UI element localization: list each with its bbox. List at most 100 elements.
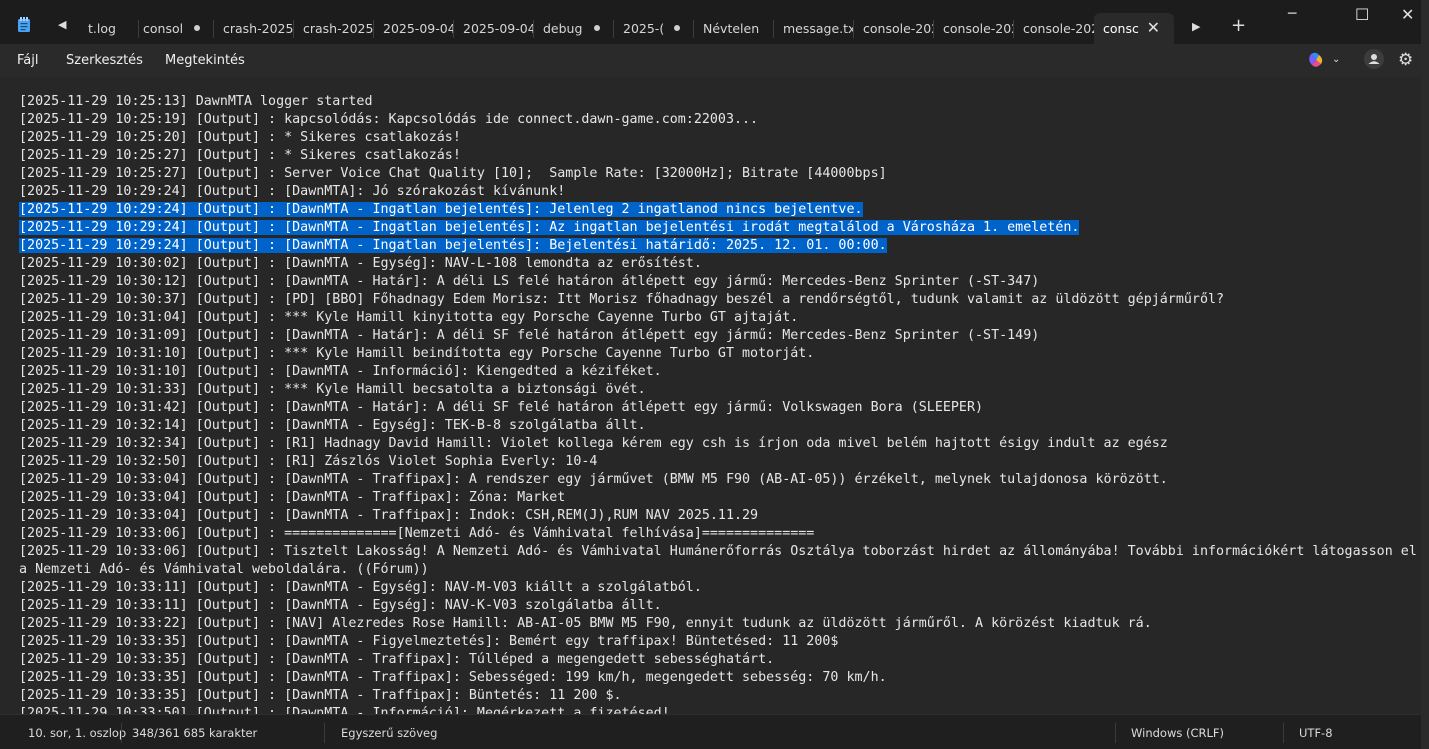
tab-label: 2025-09-04- <box>463 21 534 36</box>
text-line[interactable]: [2025-11-29 10:33:04] [Output] : [DawnMT… <box>19 471 1411 489</box>
tab-label: debug <box>543 21 583 36</box>
tab-scroll-left-icon[interactable]: ◀ <box>58 18 66 31</box>
text-line[interactable]: [2025-11-29 10:29:24] [Output] : [DawnMT… <box>19 219 1411 237</box>
text-line[interactable]: [2025-11-29 10:25:27] [Output] : Server … <box>19 165 1411 183</box>
text-line-content: [2025-11-29 10:31:09] [Output] : [DawnMT… <box>19 328 1040 343</box>
text-line-content: [2025-11-29 10:25:19] [Output] : kapcsol… <box>19 112 759 127</box>
text-line[interactable]: [2025-11-29 10:33:35] [Output] : [DawnMT… <box>19 651 1411 669</box>
tab-label: consc <box>1103 21 1139 36</box>
tab[interactable]: crash-2025-( <box>214 13 294 44</box>
text-line[interactable]: [2025-11-29 10:25:20] [Output] : * Siker… <box>19 129 1411 147</box>
tab-label: 2025-( <box>623 21 665 36</box>
tab[interactable]: Névtelen <box>694 13 774 44</box>
tab-active[interactable]: consc ✕ <box>1094 13 1174 44</box>
notepad-window: ◀ t.log consol crash-2025-( crash-2025-(… <box>0 0 1421 749</box>
text-line-content: [2025-11-29 10:32:50] [Output] : [R1] Zá… <box>19 454 598 469</box>
encoding[interactable]: UTF-8 <box>1299 726 1333 740</box>
text-line[interactable]: [2025-11-29 10:33:04] [Output] : [DawnMT… <box>19 489 1411 507</box>
text-line[interactable]: [2025-11-29 10:31:42] [Output] : [DawnMT… <box>19 399 1411 417</box>
text-line-content: [2025-11-29 10:29:24] [Output] : [DawnMT… <box>19 184 566 199</box>
close-tab-icon[interactable]: ✕ <box>1147 18 1160 37</box>
tab[interactable]: consol <box>134 13 214 44</box>
text-line[interactable]: [2025-11-29 10:31:10] [Output] : [DawnMT… <box>19 363 1411 381</box>
text-line[interactable]: [2025-11-29 10:33:11] [Output] : [DawnMT… <box>19 597 1411 615</box>
text-line-content: [2025-11-29 10:29:24] [Output] : [DawnMT… <box>19 220 1080 235</box>
text-line[interactable]: [2025-11-29 10:25:13] DawnMTA logger sta… <box>19 93 1411 111</box>
text-line[interactable]: [2025-11-29 10:33:35] [Output] : [DawnMT… <box>19 669 1411 687</box>
text-line[interactable]: [2025-11-29 10:30:12] [Output] : [DawnMT… <box>19 273 1411 291</box>
text-line[interactable]: [2025-11-29 10:29:24] [Output] : [DawnMT… <box>19 201 1411 219</box>
tab-label: message.txt <box>783 21 854 36</box>
text-line-content: [2025-11-29 10:32:34] [Output] : [R1] Ha… <box>19 436 1168 451</box>
text-line-content: [2025-11-29 10:33:04] [Output] : [DawnMT… <box>19 472 1168 487</box>
tab[interactable]: 2025-09-04- <box>374 13 454 44</box>
tab-scroll-right-icon[interactable]: ▶ <box>1192 20 1200 33</box>
line-ending[interactable]: Windows (CRLF) <box>1131 726 1224 740</box>
tab[interactable]: console-202 <box>854 13 934 44</box>
menu-file[interactable]: Fájl <box>17 53 38 68</box>
copilot-icon[interactable] <box>1307 51 1325 69</box>
text-line[interactable]: [2025-11-29 10:32:50] [Output] : [R1] Zá… <box>19 453 1411 471</box>
text-line-content: [2025-11-29 10:31:04] [Output] : *** Kyl… <box>19 310 799 325</box>
text-line[interactable]: [2025-11-29 10:32:34] [Output] : [R1] Ha… <box>19 435 1411 453</box>
text-line[interactable]: [2025-11-29 10:25:27] [Output] : * Siker… <box>19 147 1411 165</box>
text-line-content: [2025-11-29 10:25:27] [Output] : * Siker… <box>19 148 461 163</box>
text-editor[interactable]: [2025-11-29 10:25:13] DawnMTA logger sta… <box>0 77 1421 714</box>
text-line[interactable]: [2025-11-29 10:31:33] [Output] : *** Kyl… <box>19 381 1411 399</box>
tab-label: Névtelen <box>703 21 760 36</box>
unsaved-dot-icon <box>194 25 200 31</box>
text-line-content: [2025-11-29 10:32:14] [Output] : [DawnMT… <box>19 418 646 433</box>
text-line-content: [2025-11-29 10:31:10] [Output] : [DawnMT… <box>19 364 662 379</box>
text-line[interactable]: [2025-11-29 10:31:04] [Output] : *** Kyl… <box>19 309 1411 327</box>
tab[interactable]: t.log <box>79 13 139 44</box>
text-line[interactable]: [2025-11-29 10:25:19] [Output] : kapcsol… <box>19 111 1411 129</box>
editor-content[interactable]: [2025-11-29 10:25:13] DawnMTA logger sta… <box>19 93 1417 714</box>
maximize-icon[interactable]: ☐ <box>1355 5 1369 24</box>
close-window-icon[interactable]: ✕ <box>1401 5 1414 24</box>
tab[interactable]: debug <box>534 13 614 44</box>
gear-icon[interactable]: ⚙ <box>1398 50 1413 70</box>
tab-label: 2025-09-04- <box>383 21 454 36</box>
notepad-app-icon <box>18 17 30 32</box>
tab[interactable]: console-202 <box>934 13 1014 44</box>
text-line-content: [2025-11-29 10:25:13] DawnMTA logger sta… <box>19 94 373 109</box>
new-tab-plus-icon[interactable]: + <box>1231 15 1246 36</box>
text-line[interactable]: [2025-11-29 10:30:02] [Output] : [DawnMT… <box>19 255 1411 273</box>
text-format[interactable]: Egyszerű szöveg <box>341 726 437 740</box>
text-line[interactable]: [2025-11-29 10:33:22] [Output] : [NAV] A… <box>19 615 1411 633</box>
text-line[interactable]: [2025-11-29 10:33:35] [Output] : [DawnMT… <box>19 687 1411 705</box>
text-line[interactable]: [2025-11-29 10:33:50] [Output] : [DawnMT… <box>19 705 1411 714</box>
character-count: 348/361 685 karakter <box>132 726 258 740</box>
text-line[interactable]: [2025-11-29 10:33:04] [Output] : [DawnMT… <box>19 507 1411 525</box>
text-line[interactable]: [2025-11-29 10:33:11] [Output] : [DawnMT… <box>19 579 1411 597</box>
text-line-content: [2025-11-29 10:25:20] [Output] : * Siker… <box>19 130 461 145</box>
text-line-content: [2025-11-29 10:33:04] [Output] : [DawnMT… <box>19 490 566 505</box>
text-line[interactable]: [2025-11-29 10:31:10] [Output] : *** Kyl… <box>19 345 1411 363</box>
chevron-down-icon[interactable]: ⌄ <box>1332 54 1340 65</box>
tab[interactable]: 2025-09-04- <box>454 13 534 44</box>
menu-edit[interactable]: Szerkesztés <box>66 53 143 68</box>
tab[interactable]: crash-2025-( <box>294 13 374 44</box>
text-line[interactable]: [2025-11-29 10:33:35] [Output] : [DawnMT… <box>19 633 1411 651</box>
text-line[interactable]: [2025-11-29 10:30:37] [Output] : [PD] [B… <box>19 291 1411 309</box>
text-line[interactable]: [2025-11-29 10:33:06] [Output] : Tisztel… <box>19 543 1417 561</box>
tab-label: crash-2025-( <box>303 21 374 36</box>
text-line[interactable]: [2025-11-29 10:29:24] [Output] : [DawnMT… <box>19 237 1411 255</box>
text-line[interactable]: [2025-11-29 10:31:09] [Output] : [DawnMT… <box>19 327 1411 345</box>
menu-view[interactable]: Megtekintés <box>165 53 245 68</box>
text-line-content: [2025-11-29 10:30:37] [Output] : [PD] [B… <box>19 292 1225 307</box>
minimize-icon[interactable]: ─ <box>1288 6 1296 22</box>
tab[interactable]: message.txt <box>774 13 854 44</box>
tab[interactable]: 2025-( <box>614 13 694 44</box>
account-icon[interactable] <box>1364 49 1384 69</box>
tab[interactable]: console-202 <box>1014 13 1094 44</box>
text-line-content: [2025-11-29 10:29:24] [Output] : [DawnMT… <box>19 238 887 253</box>
tab-label: t.log <box>88 21 116 36</box>
text-line[interactable]: a Nemzeti Adó- és Vámhivatal weboldalára… <box>19 561 1411 579</box>
text-line[interactable]: [2025-11-29 10:29:24] [Output] : [DawnMT… <box>19 183 1411 201</box>
text-line[interactable]: [2025-11-29 10:33:06] [Output] : =======… <box>19 525 1411 543</box>
text-line-content: [2025-11-29 10:33:04] [Output] : [DawnMT… <box>19 508 759 523</box>
text-line-content: [2025-11-29 10:30:12] [Output] : [DawnMT… <box>19 274 1040 289</box>
text-line[interactable]: [2025-11-29 10:32:14] [Output] : [DawnMT… <box>19 417 1411 435</box>
text-line-content: [2025-11-29 10:33:22] [Output] : [NAV] A… <box>19 616 1152 631</box>
